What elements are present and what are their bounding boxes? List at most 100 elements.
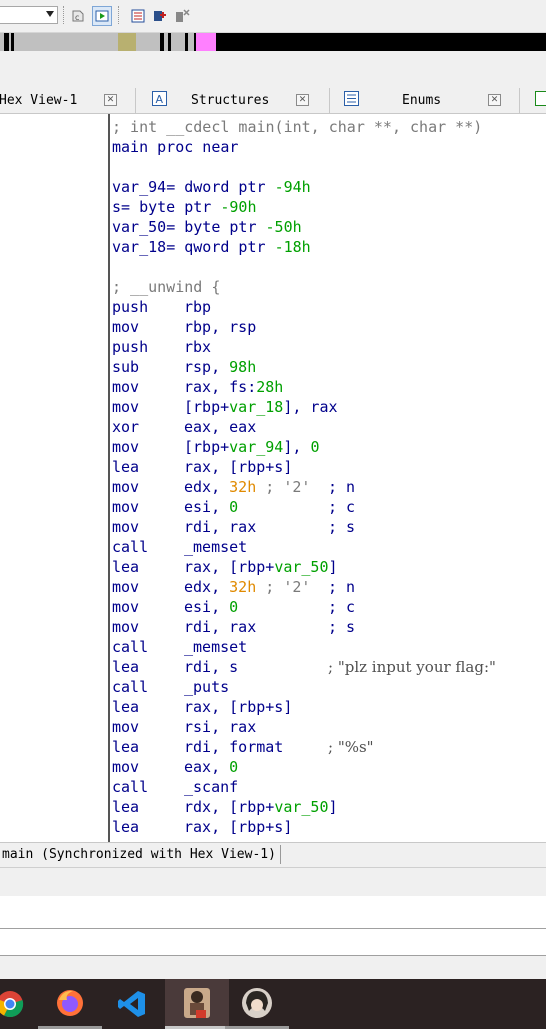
idle-status-bar [0, 956, 546, 979]
command-input[interactable] [0, 929, 546, 956]
operands: rdi, s [184, 658, 239, 676]
taskbar [0, 979, 546, 1029]
chrome-icon [0, 991, 24, 1018]
c-tag-icon[interactable]: c [68, 6, 88, 26]
stack-variable[interactable]: var_50= byte ptr -50h [112, 217, 546, 237]
var-type: dword ptr [184, 178, 266, 196]
instruction-line[interactable]: call _puts [112, 677, 546, 697]
toolbar-dropdown[interactable] [0, 6, 58, 24]
instruction-line[interactable]: lea rax, [rbp+s] [112, 697, 546, 717]
mnemonic: mov [112, 578, 140, 596]
instruction-line[interactable]: mov eax, 0 [112, 757, 546, 777]
mnemonic: lea [112, 698, 140, 716]
instruction-line[interactable]: push rbp [112, 297, 546, 317]
var-name: var_50 [112, 218, 167, 236]
code-listing[interactable]: ; int __cdecl main(int, char **, char **… [112, 117, 546, 837]
imports-icon [535, 91, 546, 106]
tab-structures[interactable]: A Structures ✕ [136, 88, 330, 113]
var-name: var_94 [112, 178, 167, 196]
instruction-line[interactable]: lea rax, [rbp+s] [112, 817, 546, 837]
proc-declaration[interactable]: main proc near [112, 137, 546, 157]
var-type: qword ptr [184, 238, 266, 256]
instruction-line[interactable]: mov esi, 0 ; c [112, 597, 546, 617]
output-window[interactable] [0, 896, 546, 929]
chevron-down-icon[interactable] [46, 11, 54, 17]
tab-more[interactable] [520, 88, 546, 113]
delete-breakpoint-icon[interactable] [172, 6, 192, 26]
instruction-line[interactable]: push rbx [112, 337, 546, 357]
instruction-line[interactable]: lea rdi, format ; "%s" [112, 737, 546, 757]
instruction-comment: ; "%s" [328, 738, 374, 756]
taskbar-item-chrome[interactable] [0, 979, 42, 1029]
operands: [rbp+var_18], rax [184, 398, 338, 416]
instruction-line[interactable]: sub rsp, 98h [112, 357, 546, 377]
instruction-line[interactable]: mov rsi, rax [112, 717, 546, 737]
instruction-line[interactable]: call _scanf [112, 777, 546, 797]
operands: rax, fs:28h [184, 378, 284, 396]
firefox-icon [57, 989, 83, 1016]
instruction-line[interactable]: mov edx, 32h ; '2' ; n [112, 477, 546, 497]
instruction-line[interactable]: call _memset [112, 637, 546, 657]
tab-hex-view[interactable]: Hex View-1 ✕ [0, 88, 136, 113]
taskbar-item-vscode[interactable] [100, 979, 164, 1029]
function-signature-comment: ; int __cdecl main(int, char **, char **… [112, 118, 483, 136]
stack-variable[interactable]: var_18= qword ptr -18h [112, 237, 546, 257]
instruction-line[interactable]: xor eax, eax [112, 417, 546, 437]
instruction-line[interactable]: call _memset [112, 537, 546, 557]
tab-bar: Hex View-1 ✕ A Structures ✕ Enums ✕ [0, 88, 546, 114]
arrows-gutter [0, 114, 110, 842]
operands: rdi, rax [184, 618, 257, 636]
stack-variable[interactable]: var_94= dword ptr -94h [112, 177, 546, 197]
operands: rax, [rbp+s] [184, 458, 293, 476]
instruction-line[interactable]: lea rax, [rbp+s] [112, 457, 546, 477]
mnemonic: mov [112, 318, 140, 336]
user-avatar-icon [242, 987, 272, 1018]
segments-icon[interactable] [128, 6, 148, 26]
mnemonic: mov [112, 718, 140, 736]
mnemonic: call [112, 538, 149, 556]
nav-segment [171, 33, 185, 51]
var-offset: -18h [274, 238, 311, 256]
nav-segment-code [14, 33, 118, 51]
operands: esi, 0 [184, 598, 239, 616]
instruction-line[interactable]: mov rdi, rax ; s [112, 517, 546, 537]
instruction-line[interactable]: lea rdx, [rbp+var_50] [112, 797, 546, 817]
taskbar-item-user[interactable] [225, 979, 289, 1029]
instruction-line[interactable]: mov rbp, rsp [112, 317, 546, 337]
mnemonic: call [112, 638, 149, 656]
mnemonic: mov [112, 618, 140, 636]
var-sep: = [166, 218, 176, 236]
operands: rdi, format [184, 738, 284, 756]
navigation-band[interactable] [0, 33, 546, 51]
tab-enums[interactable]: Enums ✕ [330, 88, 520, 113]
operands: rdi, rax [184, 518, 257, 536]
instruction-line[interactable]: mov esi, 0 ; c [112, 497, 546, 517]
instruction-line[interactable]: mov rax, fs:28h [112, 377, 546, 397]
operands: _scanf [184, 778, 239, 796]
operands: eax, eax [184, 418, 257, 436]
instruction-line[interactable]: mov rdi, rax ; s [112, 617, 546, 637]
close-icon[interactable]: ✕ [488, 94, 501, 106]
taskbar-item-firefox[interactable] [38, 979, 102, 1029]
stack-variable[interactable]: s= byte ptr -90h [112, 197, 546, 217]
close-icon[interactable]: ✕ [104, 94, 117, 106]
mnemonic: xor [112, 418, 140, 436]
instruction-line[interactable]: lea rdi, s ; "plz input your flag:" [112, 657, 546, 677]
run-icon[interactable] [92, 6, 112, 26]
instruction-line[interactable]: mov [rbp+var_18], rax [112, 397, 546, 417]
add-breakpoint-icon[interactable] [150, 6, 170, 26]
disassembly-view[interactable]: ; int __cdecl main(int, char **, char **… [0, 114, 546, 842]
instruction-line[interactable]: lea rax, [rbp+var_50] [112, 557, 546, 577]
nav-segment [188, 33, 194, 51]
toolbar-separator [118, 6, 121, 24]
var-type: byte ptr [139, 198, 212, 216]
tab-label: Enums [402, 93, 442, 108]
svg-text:c: c [75, 13, 79, 22]
instruction-line[interactable]: mov edx, 32h ; '2' ; n [112, 577, 546, 597]
operands: rbx [184, 338, 212, 356]
nav-segment [9, 33, 11, 51]
instruction-line[interactable]: mov [rbp+var_94], 0 [112, 437, 546, 457]
taskbar-item-ida[interactable] [165, 979, 229, 1029]
operands: rax, [rbp+s] [184, 698, 293, 716]
close-icon[interactable]: ✕ [296, 94, 309, 106]
